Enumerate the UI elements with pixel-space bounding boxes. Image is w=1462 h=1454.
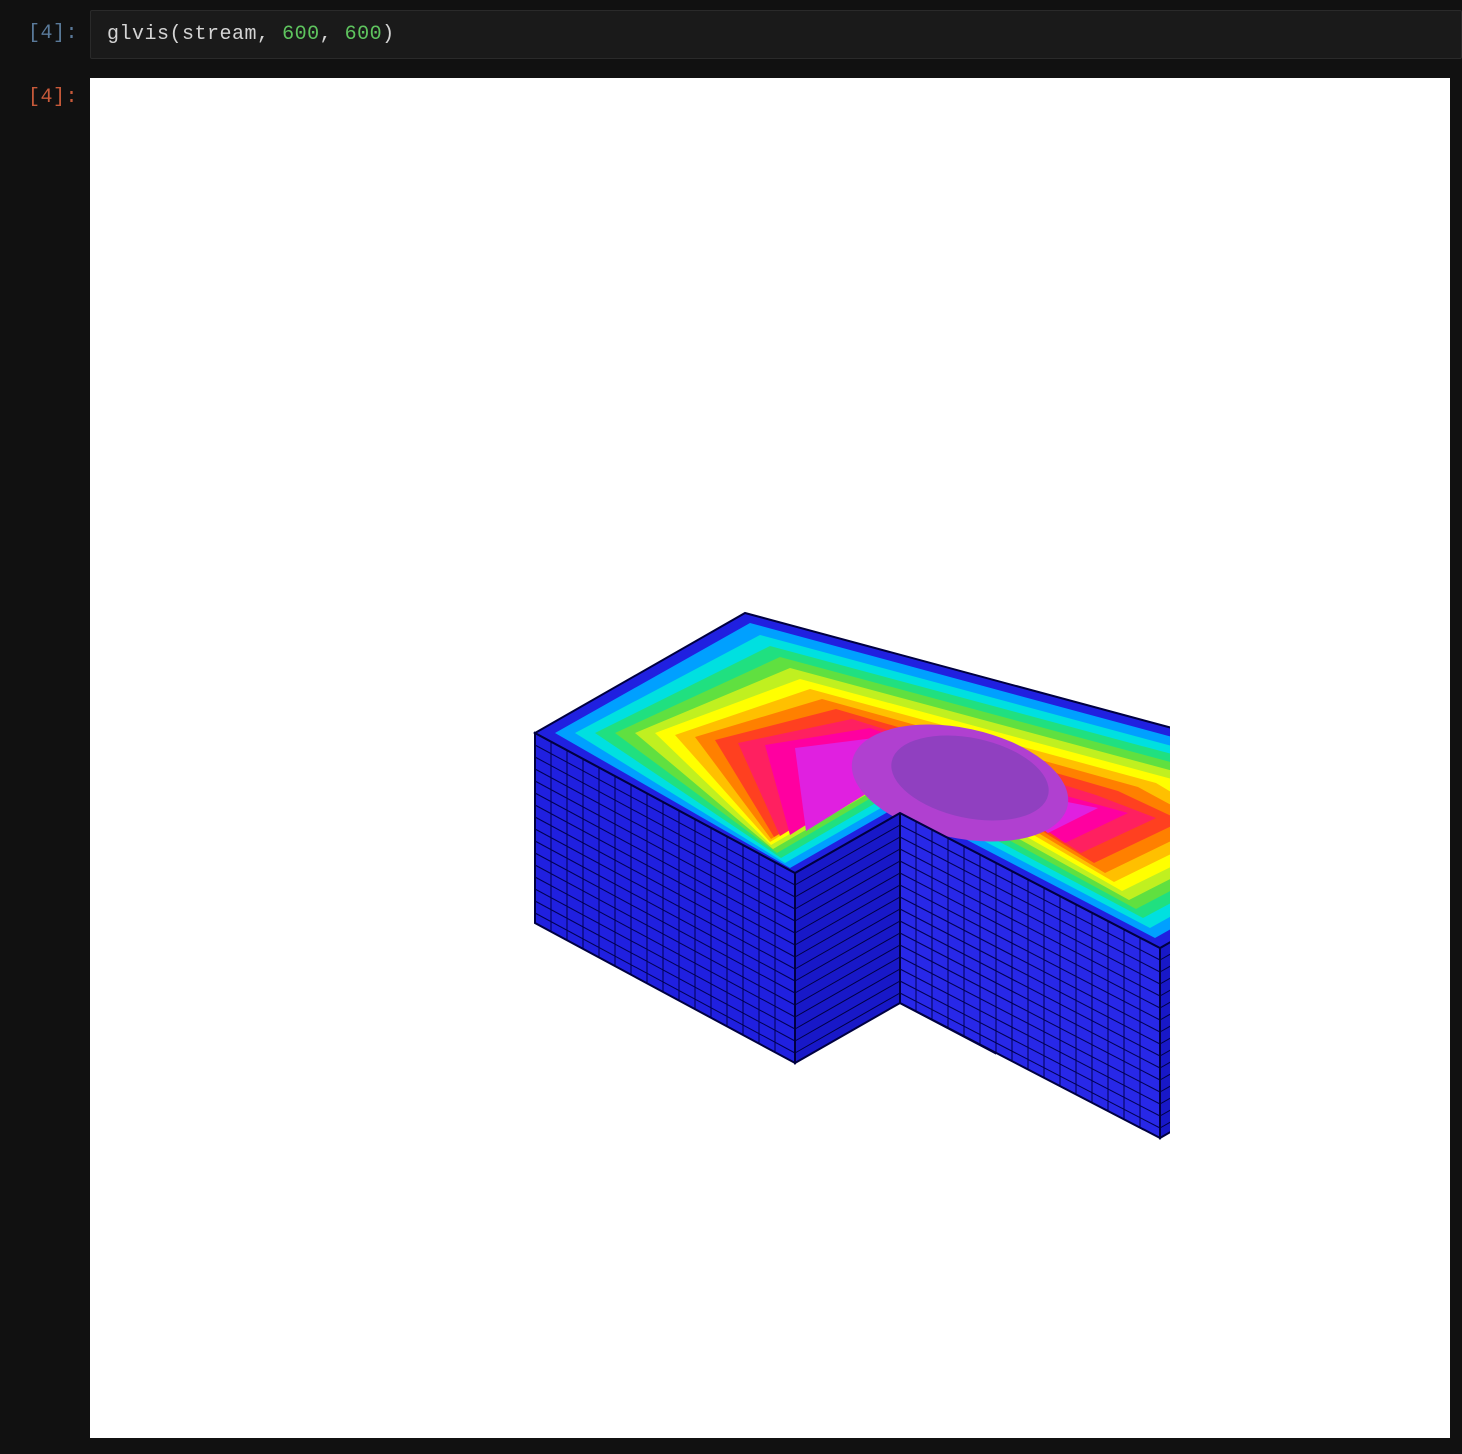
code-comma2: , <box>320 23 345 46</box>
output-prompt: [4]: <box>0 74 90 109</box>
code-arg3: 600 <box>345 23 383 46</box>
code-input-area[interactable]: glvis(stream, 600, 600) <box>90 10 1462 59</box>
prompt-number: 4 <box>40 22 53 45</box>
code-paren-open: ( <box>170 23 183 46</box>
input-cell: [4]: glvis(stream, 600, 600) <box>0 0 1462 69</box>
prompt-bracket-close: ]: <box>53 22 78 45</box>
mesh-svg <box>370 443 1170 1143</box>
out-prompt-bracket-close: ]: <box>53 86 78 109</box>
fem-visualization <box>370 443 1170 1143</box>
prompt-bracket-open: [ <box>28 22 41 45</box>
output-area <box>90 74 1462 1438</box>
output-cell: [4]: <box>0 69 1462 1438</box>
code-paren-close: ) <box>382 23 395 46</box>
code-comma1: , <box>257 23 282 46</box>
out-prompt-bracket-open: [ <box>28 86 41 109</box>
code-arg2: 600 <box>282 23 320 46</box>
input-prompt: [4]: <box>0 10 90 45</box>
out-prompt-number: 4 <box>40 86 53 109</box>
code-function: glvis <box>107 23 170 46</box>
code-arg1: stream <box>182 23 257 46</box>
glvis-canvas[interactable] <box>90 78 1450 1438</box>
notebook-container: [4]: glvis(stream, 600, 600) [4]: <box>0 0 1462 1454</box>
